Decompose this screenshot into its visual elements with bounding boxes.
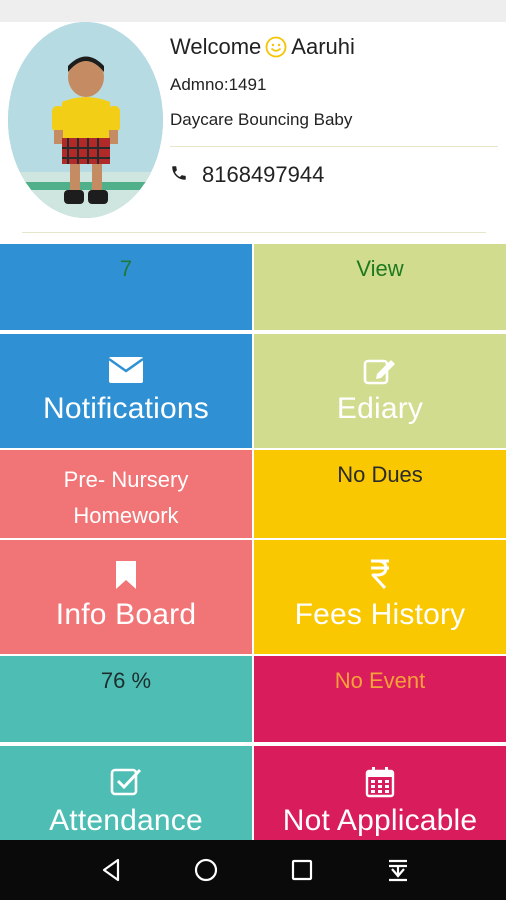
fees-status: No Dues: [337, 462, 423, 487]
calendar-icon: [365, 766, 395, 803]
check-square-icon: [110, 766, 142, 801]
events-status: No Event: [334, 668, 426, 693]
fees-status-tile[interactable]: No Dues: [254, 450, 506, 538]
phone-icon: [170, 162, 188, 188]
bookmark-icon: [114, 560, 138, 595]
welcome-text: Welcome: [170, 34, 262, 59]
edit-icon: [363, 356, 397, 391]
phone-number: 8168497944: [202, 162, 325, 187]
smiley-icon: [265, 36, 287, 58]
home-icon[interactable]: [192, 856, 220, 884]
attendance-percentage-tile[interactable]: 76 %: [0, 656, 252, 742]
admission-number: Admno:1491: [170, 75, 267, 94]
not-applicable-label: Not Applicable: [282, 804, 478, 837]
fees-history-tile[interactable]: Fees History: [254, 540, 506, 654]
back-icon[interactable]: [98, 856, 126, 884]
notifications-label: Notifications: [42, 392, 209, 425]
ediary-view-label: View: [356, 256, 404, 281]
student-name: Aaruhi: [291, 34, 355, 59]
notifications-tile[interactable]: Notifications: [0, 334, 252, 448]
info-board-tile[interactable]: Info Board: [0, 540, 252, 654]
school-name: Daycare Bouncing Baby: [170, 110, 353, 129]
ediary-view-tile[interactable]: View: [254, 244, 506, 330]
notifications-count-tile[interactable]: 7: [0, 244, 252, 330]
info-board-summary-tile[interactable]: Pre- Nursery Homework: [0, 450, 252, 538]
envelope-icon: [108, 356, 144, 389]
not-applicable-tile[interactable]: Not Applicable: [254, 746, 506, 840]
welcome-line: Welcome Aaruhi: [170, 34, 355, 60]
attendance-percentage: 76 %: [100, 668, 152, 693]
status-bar: [0, 0, 506, 22]
notification-shade-icon[interactable]: [384, 856, 412, 884]
phone-row[interactable]: 8168497944: [170, 162, 324, 188]
ediary-label: Ediary: [336, 392, 424, 425]
notifications-count: 7: [119, 256, 133, 281]
rupee-icon: [368, 558, 392, 595]
dashboard-grid: 7 View Notifications Ediary Pre- Nursery…: [0, 244, 506, 840]
recents-icon[interactable]: [288, 856, 316, 884]
profile-card: Welcome Aaruhi Admno:1491 Daycare Bounci…: [0, 22, 506, 244]
events-status-tile[interactable]: No Event: [254, 656, 506, 742]
student-photo[interactable]: [8, 22, 163, 218]
fees-history-label: Fees History: [294, 598, 466, 631]
info-board-label: Info Board: [55, 598, 197, 631]
android-navigation-bar: [0, 840, 506, 900]
attendance-label: Attendance: [49, 804, 203, 837]
attendance-tile[interactable]: Attendance: [0, 746, 252, 840]
divider: [22, 232, 486, 233]
info-board-summary: Pre- Nursery Homework: [63, 467, 189, 528]
divider: [170, 146, 498, 147]
ediary-tile[interactable]: Ediary: [254, 334, 506, 448]
